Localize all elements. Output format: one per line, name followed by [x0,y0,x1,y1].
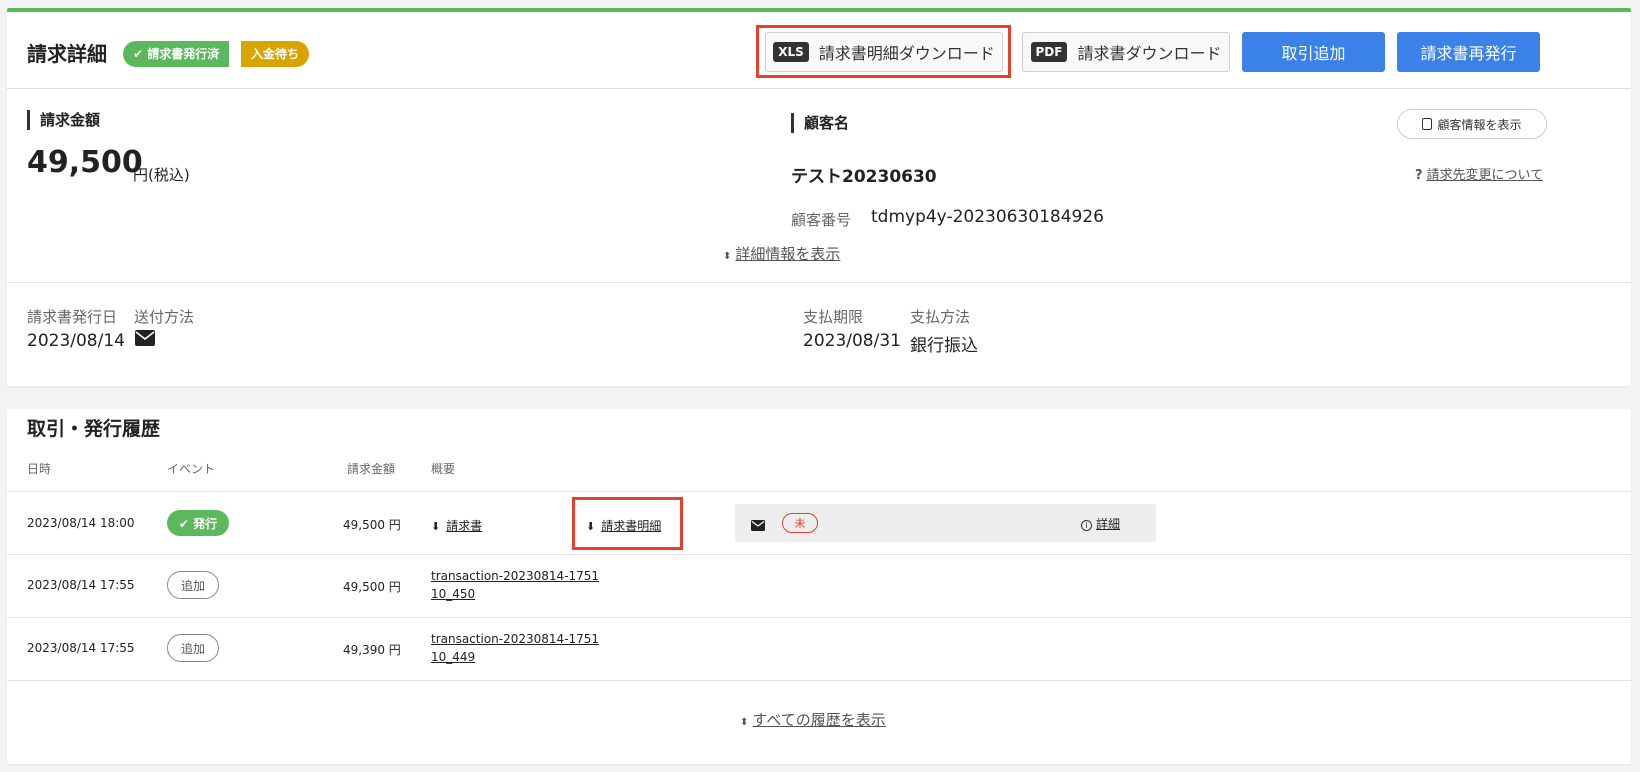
contact-icon [1422,118,1433,130]
amount-unit: 円(税込) [133,166,190,184]
table-row: 2023/08/14 17:55 追加 49,500 円 transaction… [7,555,1631,617]
row-datetime: 2023/08/14 17:55 [27,641,135,655]
sort-icon: ⬍ [723,251,732,262]
add-transaction-button[interactable]: 取引追加 [1242,32,1385,72]
table-row: 2023/08/14 18:00 ✔ 発行 49,500 円 ⬇ 請求書 ⬇ 請求書… [7,492,1631,554]
billing-change-link[interactable]: 請求先変更について [1427,168,1544,183]
transaction-link[interactable]: transaction-20230814-1751 10_450 [431,567,599,603]
invoice-detail-link-label: 請求書明細 [601,519,662,533]
history-card: 取引・発行履歴 日時 イベント 請求金額 概要 2023/08/14 18:00… [7,409,1631,764]
show-customer-info-button[interactable]: 顧客情報を表示 [1397,109,1547,139]
download-icon: ⬇ [586,520,596,533]
send-method-label: 送付方法 [134,308,195,326]
column-summary: 概要 [431,462,456,476]
envelope-icon [135,330,155,350]
row-amount: 49,500 円 [343,518,401,532]
question-icon: ? [1415,168,1423,183]
customer-name: テスト20230630 [791,167,937,187]
status-badge-issued: ✔ 請求書発行済 [123,41,230,67]
detail-link[interactable]: i 詳細 [1081,515,1120,533]
invoice-detail-card: 請求詳細 ✔ 請求書発行済 入金待ち XLS 請求書明細ダウンロード PDF 請… [7,8,1631,386]
customer-label: 顧客名 [791,113,849,133]
show-detail-link[interactable]: 詳細情報を表示 [735,245,840,263]
due-date: 2023/08/31 [803,331,901,351]
mail-status-box: 未 i 詳細 [735,504,1156,542]
unread-badge: 未 [782,513,818,533]
xls-download-label: 請求書明細ダウンロード [818,44,995,63]
show-all-history-link[interactable]: すべての履歴を表示 [752,711,885,729]
status-badge-waiting: 入金待ち [241,41,310,67]
sort-icon: ⬍ [740,717,749,728]
invoice-link-label: 請求書 [446,519,483,533]
download-icon: ⬇ [431,520,441,533]
amount-label: 請求金額 [27,110,100,130]
column-datetime: 日時 [27,462,52,476]
divider [7,88,1631,89]
row-datetime: 2023/08/14 17:55 [27,578,135,592]
payment-method-label: 支払方法 [910,308,971,326]
show-all-history[interactable]: ⬍ すべての履歴を表示 [740,709,886,730]
event-badge-issued: ✔ 発行 [167,510,229,536]
customer-number: tdmyp4y-20230630184926 [871,207,1105,227]
event-badge-added: 追加 [167,634,219,662]
due-date-label: 支払期限 [803,308,864,326]
table-row: 2023/08/14 17:55 追加 49,390 円 transaction… [7,618,1631,680]
column-amount: 請求金額 [347,462,396,476]
column-event: イベント [167,462,216,476]
transaction-link-line2: 10_450 [431,587,476,601]
divider [7,282,1631,283]
issue-date: 2023/08/14 [27,331,125,351]
reissue-button[interactable]: 請求書再発行 [1397,32,1540,72]
row-datetime: 2023/08/14 18:00 [27,516,135,530]
row-amount: 49,500 円 [343,580,401,594]
transaction-link-line1: transaction-20230814-1751 [431,632,600,646]
transaction-link[interactable]: transaction-20230814-1751 10_449 [431,630,599,666]
page-title: 請求詳細 [27,42,107,66]
xls-icon: XLS [773,42,809,62]
info-icon: i [1081,520,1092,531]
event-badge-added: 追加 [167,571,219,599]
pdf-download-label: 請求書ダウンロード [1077,44,1222,63]
row-divider [7,680,1631,681]
billing-change-help[interactable]: ? 請求先変更について [1415,164,1543,183]
invoice-download-link[interactable]: ⬇ 請求書 [431,515,482,535]
row-amount: 49,390 円 [343,643,401,657]
issue-date-label: 請求書発行日 [27,308,118,326]
detail-link-label: 詳細 [1096,517,1121,531]
transaction-link-line1: transaction-20230814-1751 [431,569,600,583]
xls-download-button[interactable]: XLS 請求書明細ダウンロード [765,32,1003,72]
show-customer-info-label: 顧客情報を表示 [1437,117,1522,132]
history-title: 取引・発行履歴 [27,418,161,440]
show-detail-toggle[interactable]: ⬍ 詳細情報を表示 [723,243,840,264]
pdf-icon: PDF [1030,42,1068,62]
envelope-icon [751,516,765,535]
pdf-download-button[interactable]: PDF 請求書ダウンロード [1022,32,1230,72]
amount-value: 49,500 [27,145,143,180]
invoice-detail-download-link[interactable]: ⬇ 請求書明細 [586,515,661,535]
transaction-link-line2: 10_449 [431,650,476,664]
payment-method: 銀行振込 [910,336,978,356]
customer-number-label: 顧客番号 [791,211,852,229]
